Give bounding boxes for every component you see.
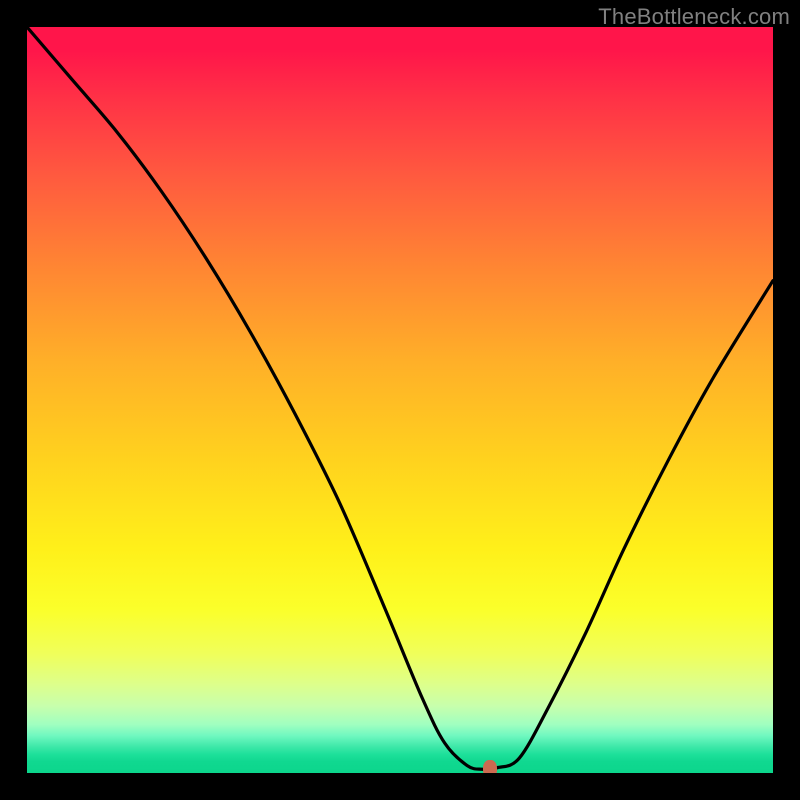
optimal-point-marker: [483, 760, 497, 773]
curve-path: [27, 27, 773, 769]
attribution-label: TheBottleneck.com: [598, 4, 790, 30]
bottleneck-curve: [27, 27, 773, 773]
chart-plot-area: [27, 27, 773, 773]
